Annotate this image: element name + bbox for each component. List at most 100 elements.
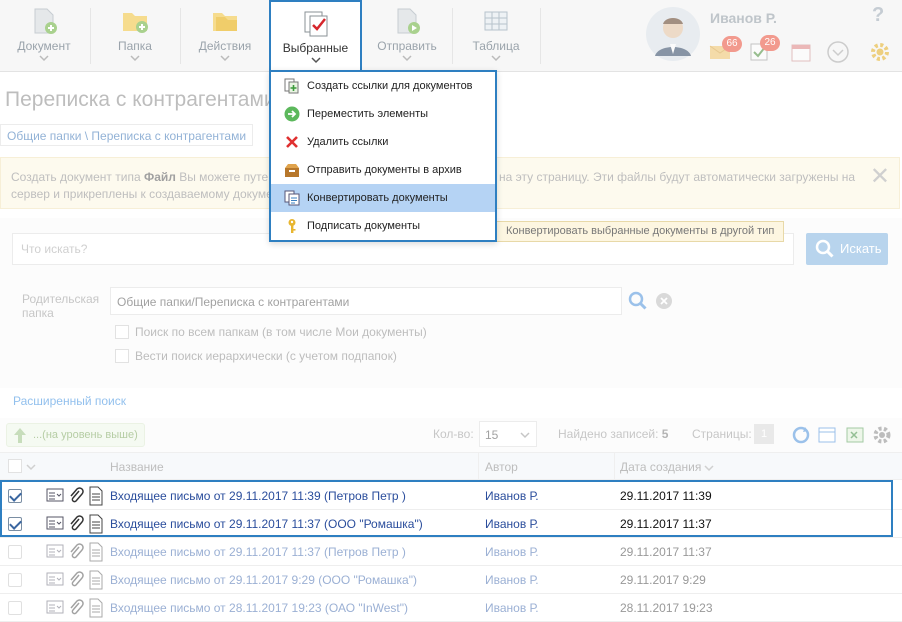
card-icon[interactable] xyxy=(46,571,64,587)
folder-search-icon[interactable] xyxy=(627,290,649,312)
gear-icon[interactable] xyxy=(870,42,890,62)
table-row[interactable]: Входящее письмо от 28.11.2017 19:23 (ОАО… xyxy=(0,594,902,622)
found-records: Найдено записей: 5 xyxy=(558,427,668,441)
favorites-dropdown-menu: Создать ссылки для документов Переместит… xyxy=(269,70,497,242)
author-link[interactable]: Иванов Р. xyxy=(485,545,539,559)
select-all-checkbox[interactable] xyxy=(8,459,22,473)
chevron-down-icon[interactable] xyxy=(26,463,36,471)
row-icons xyxy=(46,542,106,562)
actions-button[interactable]: Действия xyxy=(182,0,268,72)
new-document-icon xyxy=(34,8,57,34)
notice-line2: сервер и прикреплены к создаваемому доку… xyxy=(11,187,273,201)
up-level-label: ...(на уровень выше) xyxy=(33,429,138,441)
close-icon[interactable]: ✕ xyxy=(870,165,890,189)
column-divider xyxy=(614,453,615,479)
chevron-down-icon xyxy=(402,55,412,62)
row-icons xyxy=(46,570,106,590)
attachment-icon[interactable] xyxy=(68,543,84,561)
menu-item-label: Подписать документы xyxy=(307,220,421,232)
created-date: 28.11.2017 19:23 xyxy=(620,601,713,615)
settings-gear-icon[interactable] xyxy=(872,425,892,445)
menu-item-label: Создать ссылки для документов xyxy=(307,80,473,92)
column-date[interactable]: Дата создания xyxy=(620,460,701,474)
attachment-icon[interactable] xyxy=(68,571,84,589)
send-label: Отправить xyxy=(377,39,437,53)
up-arrow-icon xyxy=(14,428,26,443)
menu-item-label: Отправить документы в архив xyxy=(307,164,462,176)
document-icon[interactable] xyxy=(88,598,104,618)
menu-item-create-links[interactable]: Создать ссылки для документов xyxy=(271,72,495,100)
checkbox[interactable] xyxy=(115,325,129,339)
calendar-icon[interactable] xyxy=(790,42,812,62)
checkbox[interactable] xyxy=(115,349,129,363)
new-folder-icon xyxy=(123,13,148,33)
excel-icon[interactable] xyxy=(844,424,866,446)
sort-chevron-icon[interactable] xyxy=(704,464,714,472)
refresh-icon[interactable] xyxy=(790,424,812,446)
clear-icon[interactable] xyxy=(655,292,673,310)
card-icon[interactable] xyxy=(46,599,64,615)
favorites-label: Выбранные xyxy=(282,41,349,55)
menu-item-archive[interactable]: Отправить документы в архив xyxy=(271,156,495,184)
export-icon[interactable] xyxy=(816,424,838,446)
up-level-button[interactable]: ...(на уровень выше) xyxy=(6,423,145,447)
row-checkbox[interactable] xyxy=(8,573,22,587)
actions-label: Действия xyxy=(198,39,252,53)
column-name[interactable]: Название xyxy=(110,460,164,474)
pages-label: Страницы: xyxy=(692,427,752,441)
parent-folder-label: Родительская папка xyxy=(22,292,100,320)
help-icon[interactable]: ? xyxy=(872,4,884,27)
row-checkbox[interactable] xyxy=(8,545,22,559)
row-checkbox[interactable] xyxy=(8,601,22,615)
table-label: Таблица xyxy=(472,39,520,53)
toolbar-divider xyxy=(90,8,91,64)
chevron-down-icon xyxy=(520,432,530,439)
table-button[interactable]: Таблица xyxy=(454,0,538,72)
document-name-link[interactable]: Входящее письмо от 29.11.2017 9:29 (ООО … xyxy=(110,573,417,587)
send-button[interactable]: Отправить xyxy=(364,0,450,72)
document-button[interactable]: Документ xyxy=(0,0,88,72)
convert-tooltip: Конвертировать выбранные документы в дру… xyxy=(496,221,785,242)
menu-item-sign[interactable]: Подписать документы xyxy=(271,212,495,240)
toolbar-divider xyxy=(540,8,541,64)
table-row[interactable]: Входящее письмо от 29.11.2017 11:37 (Пет… xyxy=(0,538,902,566)
search-hierarchical-option[interactable]: Вести поиск иерархически (с учетом подпа… xyxy=(115,349,397,363)
chevron-down-icon xyxy=(491,55,501,62)
search-all-folders-option[interactable]: Поиск по всем папкам (в том числе Мои до… xyxy=(115,325,427,339)
search-hierarchical-label: Вести поиск иерархически (с учетом подпа… xyxy=(135,349,397,363)
notice-line1-tail: на эту страницу. Эти файлы будут автомат… xyxy=(499,170,856,184)
search-button[interactable]: Искать xyxy=(806,233,888,265)
notice-line1-rest: Вы можете путе xyxy=(175,170,269,184)
user-avatar[interactable] xyxy=(645,6,701,62)
breadcrumb[interactable]: Общие папки \ Переписка с контрагентами xyxy=(0,124,254,146)
send-document-icon xyxy=(397,8,420,34)
selected-rows-highlight xyxy=(0,480,893,537)
menu-item-label: Удалить ссылки xyxy=(307,136,389,148)
folder-button[interactable]: Папка xyxy=(92,0,178,72)
toolbar-divider xyxy=(180,8,181,64)
advanced-search-tab[interactable]: Расширенный поиск xyxy=(0,390,240,418)
table-row[interactable]: Входящее письмо от 29.11.2017 9:29 (ООО … xyxy=(0,566,902,594)
toolbar-divider xyxy=(452,8,453,64)
menu-item-convert[interactable]: Конвертировать документы xyxy=(271,184,495,212)
author-link[interactable]: Иванов Р. xyxy=(485,601,539,615)
document-label: Документ xyxy=(17,39,71,53)
folder-label: Папка xyxy=(118,39,152,53)
column-author[interactable]: Автор xyxy=(485,460,518,474)
document-icon[interactable] xyxy=(88,570,104,590)
card-icon[interactable] xyxy=(46,543,64,559)
user-menu-chevron-icon[interactable] xyxy=(826,40,850,64)
menu-item-move[interactable]: Переместить элементы xyxy=(271,100,495,128)
page-number[interactable]: 1 xyxy=(754,424,774,444)
parent-folder-input[interactable]: Общие папки/Переписка с контрагентами xyxy=(110,287,622,315)
selected-documents-icon xyxy=(304,11,327,37)
menu-item-delete-links[interactable]: Удалить ссылки xyxy=(271,128,495,156)
search-button-label: Искать xyxy=(840,241,882,256)
favorites-button[interactable]: Выбранные xyxy=(269,0,362,72)
document-name-link[interactable]: Входящее письмо от 29.11.2017 11:37 (Пет… xyxy=(110,545,406,559)
attachment-icon[interactable] xyxy=(68,599,84,617)
author-link[interactable]: Иванов Р. xyxy=(485,573,539,587)
document-name-link[interactable]: Входящее письмо от 28.11.2017 19:23 (ОАО… xyxy=(110,601,408,615)
count-select[interactable]: 15 xyxy=(479,421,537,447)
document-icon[interactable] xyxy=(88,542,104,562)
